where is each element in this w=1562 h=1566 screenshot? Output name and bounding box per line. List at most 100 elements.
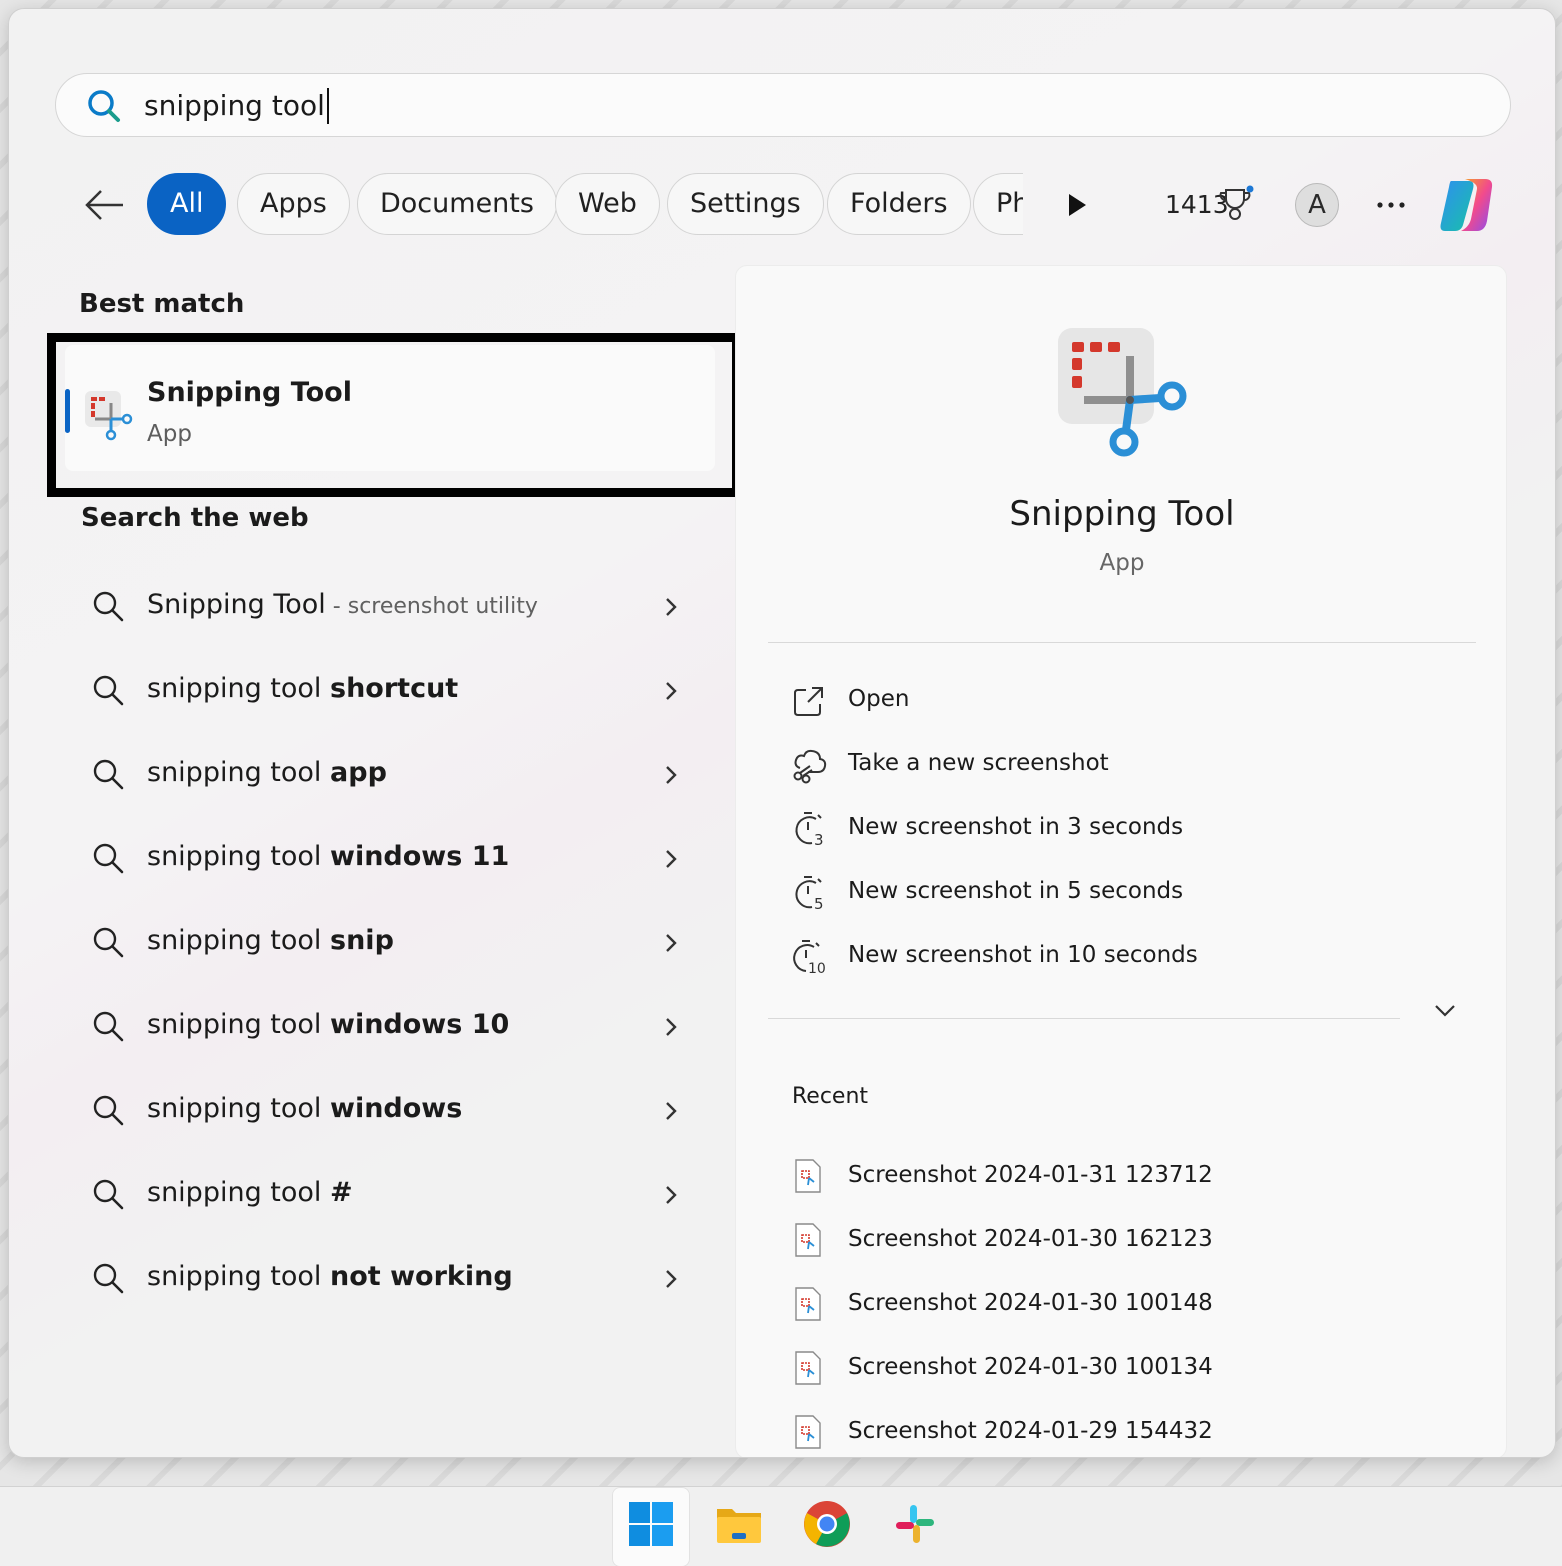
filter-chip-web[interactable]: Web [555, 173, 660, 235]
filter-chip-settings[interactable]: Settings [667, 173, 824, 235]
highlight-box [47, 333, 741, 497]
timer-10-icon: 10 [793, 940, 826, 976]
web-suggestion-item[interactable]: snipping tool not working [81, 1249, 701, 1309]
web-suggestion-item[interactable]: snipping tool snip [81, 913, 701, 973]
search-icon [93, 927, 124, 958]
best-match-heading: Best match [79, 289, 245, 319]
search-icon [93, 1263, 124, 1294]
chevron-right-icon [666, 1102, 677, 1120]
search-icon [93, 1011, 124, 1042]
slack-icon [896, 1505, 934, 1543]
chrome-button[interactable] [788, 1487, 866, 1566]
web-suggestion-item[interactable]: snipping tool shortcut [81, 661, 701, 721]
web-suggestion-item[interactable]: snipping tool # [81, 1165, 701, 1225]
start-button[interactable] [612, 1487, 690, 1566]
file-explorer-button[interactable] [700, 1487, 778, 1566]
web-suggestion-label: snipping tool not working [147, 1261, 513, 1292]
search-icon [93, 1179, 124, 1210]
search-icon [93, 843, 124, 874]
search-box[interactable]: snipping tool [55, 73, 1511, 137]
search-icon [93, 675, 124, 706]
web-suggestion-label: snipping tool windows [147, 1093, 463, 1124]
trophy-icon[interactable] [1217, 185, 1255, 223]
chevron-right-icon [666, 682, 677, 700]
filter-chip-all[interactable]: All [147, 173, 227, 235]
recent-file-item[interactable]: Screenshot 2024-01-29 154432 [790, 1408, 1450, 1457]
filter-chip-apps[interactable]: Apps [237, 173, 350, 235]
back-arrow-icon[interactable] [83, 185, 127, 225]
recent-file-item[interactable]: Screenshot 2024-01-30 100134 [790, 1344, 1450, 1394]
action-label: Open [848, 686, 910, 712]
web-suggestion-label: snipping tool snip [147, 925, 394, 956]
action-timer-10[interactable]: 10 New screenshot in 10 seconds [790, 932, 1450, 984]
image-file-icon [795, 1223, 821, 1257]
web-suggestion-item[interactable]: snipping tool windows [81, 1081, 701, 1141]
chevron-right-icon [666, 766, 677, 784]
image-file-icon [795, 1415, 821, 1449]
recent-file-item[interactable]: Screenshot 2024-01-30 162123 [790, 1216, 1450, 1266]
screenshot-snip-icon [793, 749, 827, 784]
search-icon [93, 591, 124, 622]
file-explorer-icon [717, 1509, 761, 1543]
chevron-right-icon [666, 1186, 677, 1204]
web-suggestion-label: snipping tool windows 10 [147, 1009, 510, 1040]
search-panel: snipping tool All Apps Documents Web Set… [8, 8, 1556, 1458]
web-suggestion-label: snipping tool shortcut [147, 673, 459, 704]
web-suggestion-label: snipping tool # [147, 1177, 353, 1208]
recent-file-name: Screenshot 2024-01-30 100134 [848, 1354, 1213, 1380]
copilot-icon[interactable] [1435, 175, 1499, 235]
more-options-icon[interactable] [1373, 187, 1409, 223]
windows-start-icon [629, 1502, 673, 1546]
recent-file-item[interactable]: Screenshot 2024-01-31 123712 [790, 1152, 1450, 1202]
timer-3-icon: 3 [795, 812, 824, 848]
web-suggestion-item[interactable]: Snipping Tool - screenshot utility [81, 577, 701, 637]
action-timer-3[interactable]: 3 New screenshot in 3 seconds [790, 804, 1450, 856]
chrome-icon [804, 1501, 850, 1547]
action-open[interactable]: Open [790, 676, 1450, 728]
web-suggestion-label: Snipping Tool - screenshot utility [147, 589, 538, 620]
action-take-screenshot[interactable]: Take a new screenshot [790, 740, 1450, 792]
filter-bar: All Apps Documents Web Settings Folders … [69, 173, 1509, 237]
scroll-right-icon[interactable] [1065, 191, 1089, 219]
recent-file-name: Screenshot 2024-01-30 100148 [848, 1290, 1213, 1316]
search-icon [93, 1095, 124, 1126]
chevron-right-icon [666, 598, 677, 616]
web-suggestion-item[interactable]: snipping tool windows 10 [81, 997, 701, 1057]
web-suggestion-item[interactable]: snipping tool windows 11 [81, 829, 701, 889]
filter-chip-photos[interactable]: Ph [973, 173, 1023, 235]
details-app-type: App [1099, 550, 1145, 576]
filter-chip-folders[interactable]: Folders [827, 173, 971, 235]
snipping-tool-icon [1058, 328, 1187, 457]
recent-file-name: Screenshot 2024-01-29 154432 [848, 1418, 1213, 1444]
chevron-down-icon[interactable] [1430, 998, 1460, 1022]
action-label: Take a new screenshot [848, 750, 1109, 776]
details-app-name: Snipping Tool [1009, 494, 1235, 534]
search-icon [93, 759, 124, 790]
web-suggestion-label: snipping tool windows 11 [147, 841, 510, 872]
svg-text:5: 5 [814, 895, 824, 912]
image-file-icon [795, 1159, 821, 1193]
action-label: New screenshot in 5 seconds [848, 878, 1184, 904]
recent-file-name: Screenshot 2024-01-31 123712 [848, 1162, 1213, 1188]
search-icon [88, 90, 120, 122]
taskbar [0, 1486, 1562, 1566]
web-suggestion-label: snipping tool app [147, 757, 387, 788]
timer-5-icon: 5 [795, 876, 824, 912]
action-label: New screenshot in 3 seconds [848, 814, 1184, 840]
search-web-heading: Search the web [81, 503, 309, 533]
chevron-right-icon [666, 1270, 677, 1288]
action-timer-5[interactable]: 5 New screenshot in 5 seconds [790, 868, 1450, 920]
search-input[interactable]: snipping tool [144, 88, 329, 124]
open-external-icon [794, 687, 823, 716]
image-file-icon [795, 1351, 821, 1385]
slack-button[interactable] [876, 1487, 954, 1566]
recent-file-name: Screenshot 2024-01-30 162123 [848, 1226, 1213, 1252]
action-label: New screenshot in 10 seconds [848, 942, 1198, 968]
recent-file-item[interactable]: Screenshot 2024-01-30 100148 [790, 1280, 1450, 1330]
filter-chip-documents[interactable]: Documents [357, 173, 557, 235]
svg-text:3: 3 [814, 831, 824, 848]
svg-text:10: 10 [808, 961, 826, 976]
account-avatar[interactable]: A [1295, 183, 1339, 227]
web-suggestion-item[interactable]: snipping tool app [81, 745, 701, 805]
chevron-right-icon [666, 934, 677, 952]
